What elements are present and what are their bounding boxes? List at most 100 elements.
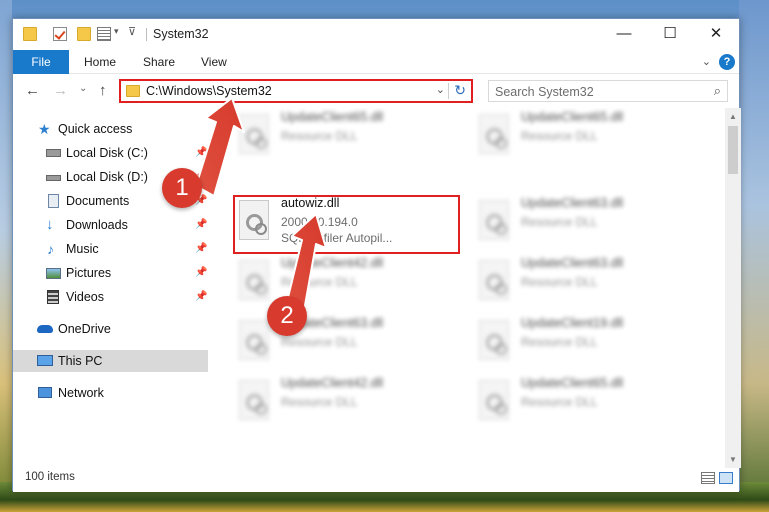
dll-file-icon bbox=[239, 320, 269, 360]
sidebar-item-label: Music bbox=[66, 242, 99, 256]
tab-file[interactable]: File bbox=[13, 50, 69, 74]
sidebar-item-label: OneDrive bbox=[58, 322, 111, 336]
download-icon: ↓ bbox=[46, 216, 54, 233]
file-type: Resource DLL bbox=[281, 335, 358, 349]
address-divider bbox=[448, 83, 449, 99]
details-view-icon[interactable] bbox=[701, 472, 715, 484]
search-input[interactable] bbox=[495, 84, 705, 100]
network-icon bbox=[38, 387, 52, 398]
dll-file-icon bbox=[479, 320, 509, 360]
file-name: UpdateClient42.dll bbox=[281, 256, 384, 270]
file-type: Resource DLL bbox=[521, 129, 598, 143]
sidebar-item-label: Videos bbox=[66, 290, 104, 304]
file-tile[interactable]: UpdateClient19.dll Resource DLL bbox=[471, 314, 701, 374]
forward-arrow-icon[interactable]: → bbox=[53, 82, 68, 99]
desktop-wallpaper-right bbox=[739, 0, 769, 512]
vertical-scrollbar[interactable]: ▲ ▼ bbox=[725, 108, 741, 468]
folder-icon bbox=[126, 85, 140, 97]
back-arrow-icon[interactable]: ← bbox=[25, 82, 40, 99]
file-type: Resource DLL bbox=[521, 335, 598, 349]
search-icon[interactable]: ⌕ bbox=[714, 83, 721, 99]
dll-file-icon bbox=[479, 114, 509, 154]
address-path[interactable]: C:\Windows\System32 bbox=[146, 84, 272, 98]
sidebar-item-label: Network bbox=[58, 386, 104, 400]
file-type: Resource DLL bbox=[521, 395, 598, 409]
cloud-icon bbox=[37, 325, 53, 333]
file-tile[interactable]: UpdateClient42.dll Resource DLL bbox=[231, 254, 461, 314]
computer-icon bbox=[37, 355, 53, 366]
sidebar-item-label: Quick access bbox=[58, 122, 133, 136]
quick-access-dropdown-icon[interactable]: ⊽ bbox=[128, 25, 136, 38]
refresh-icon[interactable]: ↻ bbox=[454, 82, 466, 99]
file-name: UpdateClient42.dll bbox=[281, 376, 384, 390]
item-count: 100 items bbox=[25, 471, 75, 483]
pictures-icon bbox=[46, 268, 61, 279]
help-icon[interactable]: ? bbox=[719, 54, 735, 70]
file-tile[interactable]: UpdateClient63.dll Resource DLL bbox=[231, 314, 461, 374]
star-icon: ★ bbox=[38, 121, 51, 137]
file-highlight-box bbox=[233, 195, 460, 254]
expand-ribbon-icon[interactable]: ⌄ bbox=[702, 55, 711, 68]
ribbon-tabs: File Home Share View ⌄ ? bbox=[13, 50, 739, 74]
file-type: Resource DLL bbox=[281, 129, 358, 143]
navigation-pane: ★ Quick access Local Disk (C:) 📌 Local D… bbox=[13, 108, 208, 468]
file-name: UpdateClient63.dll bbox=[521, 196, 624, 210]
scrollbar-thumb[interactable] bbox=[728, 126, 738, 174]
address-bar[interactable]: C:\Windows\System32 ⌄ ↻ bbox=[119, 79, 473, 103]
file-name: UpdateClient65.dll bbox=[281, 110, 384, 124]
sidebar-item-pictures[interactable]: Pictures 📌 bbox=[13, 262, 208, 284]
dll-file-icon bbox=[239, 260, 269, 300]
pin-icon[interactable]: 📌 bbox=[195, 286, 207, 308]
pin-icon[interactable]: 📌 bbox=[195, 238, 207, 260]
folder-icon bbox=[23, 27, 37, 41]
status-bar: 100 items bbox=[13, 468, 739, 492]
minimize-button[interactable]: — bbox=[601, 19, 647, 50]
sidebar-item-downloads[interactable]: ↓ Downloads 📌 bbox=[13, 214, 208, 236]
chevron-down-icon[interactable]: ▾ bbox=[114, 26, 119, 37]
file-type: Resource DLL bbox=[281, 275, 358, 289]
pin-icon[interactable]: 📌 bbox=[195, 214, 207, 236]
sidebar-item-onedrive[interactable]: OneDrive bbox=[13, 318, 208, 340]
tab-view[interactable]: View bbox=[201, 50, 227, 74]
file-type: Resource DLL bbox=[281, 395, 358, 409]
customize-toolbar-icon[interactable] bbox=[97, 27, 111, 41]
music-icon: ♪ bbox=[47, 241, 54, 257]
step-1-badge: 1 bbox=[162, 168, 202, 208]
maximize-button[interactable]: ☐ bbox=[647, 19, 693, 50]
sidebar-item-label: This PC bbox=[58, 354, 103, 368]
sidebar-item-this-pc[interactable]: This PC bbox=[13, 350, 208, 372]
search-box[interactable]: ⌕ bbox=[488, 80, 728, 102]
tab-share[interactable]: Share bbox=[143, 50, 175, 74]
file-tile[interactable]: UpdateClient42.dll Resource DLL bbox=[231, 374, 461, 434]
pin-icon[interactable]: 📌 bbox=[195, 262, 207, 284]
close-button[interactable]: ✕ bbox=[693, 19, 739, 50]
sidebar-item-network[interactable]: Network bbox=[13, 382, 208, 404]
sidebar-item-music[interactable]: ♪ Music 📌 bbox=[13, 238, 208, 260]
file-tile[interactable]: UpdateClient65.dll Resource DLL bbox=[471, 108, 701, 168]
chevron-down-icon[interactable]: ⌄ bbox=[436, 83, 445, 96]
properties-check-icon[interactable] bbox=[53, 27, 67, 41]
dll-file-icon bbox=[479, 380, 509, 420]
pin-icon[interactable]: 📌 bbox=[195, 142, 207, 164]
file-tile[interactable]: UpdateClient65.dll Resource DLL bbox=[471, 374, 701, 434]
step-2-badge: 2 bbox=[267, 296, 307, 336]
sidebar-item-label: Pictures bbox=[66, 266, 112, 280]
sidebar-item-videos[interactable]: Videos 📌 bbox=[13, 286, 208, 308]
new-folder-icon[interactable] bbox=[77, 27, 91, 41]
drive-icon bbox=[46, 149, 61, 157]
scroll-down-icon[interactable]: ▼ bbox=[729, 455, 737, 464]
file-tile[interactable]: UpdateClient63.dll Resource DLL bbox=[471, 194, 701, 254]
dll-file-icon bbox=[479, 200, 509, 240]
recent-locations-icon[interactable]: ⌄ bbox=[79, 83, 87, 94]
file-tile[interactable]: UpdateClient65.dll Resource DLL bbox=[231, 108, 461, 168]
file-name: UpdateClient65.dll bbox=[521, 376, 624, 390]
sidebar-item-quick-access[interactable]: ★ Quick access bbox=[13, 118, 208, 140]
file-tile[interactable]: UpdateClient63.dll Resource DLL bbox=[471, 254, 701, 314]
scroll-up-icon[interactable]: ▲ bbox=[729, 112, 737, 121]
tab-home[interactable]: Home bbox=[84, 50, 116, 74]
videos-icon bbox=[47, 290, 59, 304]
dll-file-icon bbox=[239, 114, 269, 154]
large-icons-view-icon[interactable] bbox=[719, 472, 733, 484]
up-arrow-icon[interactable]: ↑ bbox=[99, 82, 107, 99]
sidebar-item-local-disk-c[interactable]: Local Disk (C:) 📌 bbox=[13, 142, 208, 164]
